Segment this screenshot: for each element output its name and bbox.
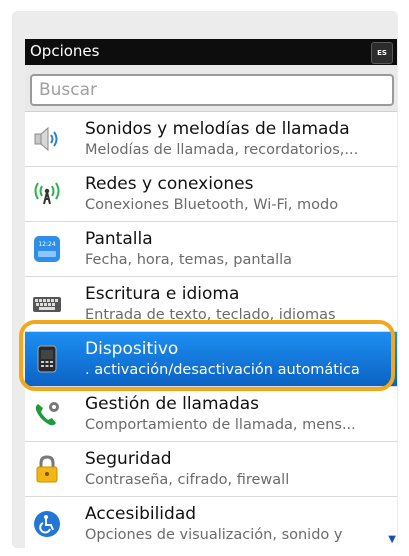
item-title: Escritura e idioma: [85, 284, 240, 304]
display-icon: 12:24: [34, 236, 60, 262]
accessibility-icon: [34, 511, 60, 537]
list-item-display[interactable]: 12:24 Pantalla Fecha, hora, temas, panta…: [25, 222, 397, 277]
list-item-networks[interactable]: Redes y conexiones Conexiones Bluetooth,…: [25, 167, 397, 222]
list-item-accessibility[interactable]: Accesibilidad Opciones de visualización,…: [25, 497, 397, 548]
scroll-down-icon[interactable]: ▼: [388, 534, 396, 545]
list-item-sounds[interactable]: Sonidos y melodías de llamada Melodías d…: [25, 112, 397, 167]
search-bar: Buscar: [25, 65, 397, 112]
page-title: Opciones: [30, 42, 100, 60]
item-subtitle: . activación/desactivación automática: [85, 362, 360, 378]
antenna-icon: [34, 182, 60, 205]
phone-gear-icon: [35, 402, 59, 426]
list-item-calls[interactable]: Gestión de llamadas Comportamiento de ll…: [25, 387, 397, 442]
item-subtitle: Melodías de llamada, recordatorios,...: [85, 142, 359, 158]
item-title: Pantalla: [85, 229, 153, 249]
item-title: Dispositivo: [85, 339, 179, 359]
options-list: Sonidos y melodías de llamada Melodías d…: [25, 112, 397, 548]
options-screen: Opciones ES Buscar Sonidos y melodías de…: [25, 39, 397, 548]
item-title: Accesibilidad: [85, 504, 197, 524]
list-item-device[interactable]: Dispositivo . activación/desactivación a…: [25, 332, 397, 387]
item-subtitle: Conexiones Bluetooth, Wi-Fi, modo: [85, 197, 339, 213]
search-input[interactable]: Buscar: [30, 74, 394, 106]
item-subtitle: Fecha, hora, temas, pantalla: [85, 252, 293, 268]
language-badge[interactable]: ES: [371, 42, 393, 64]
device-icon: [37, 345, 57, 373]
speaker-icon: [34, 126, 58, 152]
list-item-typing[interactable]: Escritura e idioma Entrada de texto, tec…: [25, 277, 397, 332]
title-bar: Opciones ES: [25, 39, 397, 65]
item-subtitle: Comportamiento de llamada, mens...: [85, 417, 356, 433]
item-title: Gestión de llamadas: [85, 394, 260, 414]
item-title: Sonidos y melodías de llamada: [85, 119, 350, 139]
item-title: Seguridad: [85, 449, 172, 469]
keyboard-icon: [33, 297, 61, 312]
item-subtitle: Opciones de visualización, sonido y: [85, 527, 343, 543]
item-subtitle: Contraseña, cifrado, firewall: [85, 472, 290, 488]
svg-text:12:24: 12:24: [38, 241, 55, 248]
list-item-security[interactable]: Seguridad Contraseña, cifrado, firewall: [25, 442, 397, 497]
item-subtitle: Entrada de texto, teclado, idiomas: [85, 307, 336, 323]
padlock-icon: [36, 455, 58, 483]
item-title: Redes y conexiones: [85, 174, 254, 194]
